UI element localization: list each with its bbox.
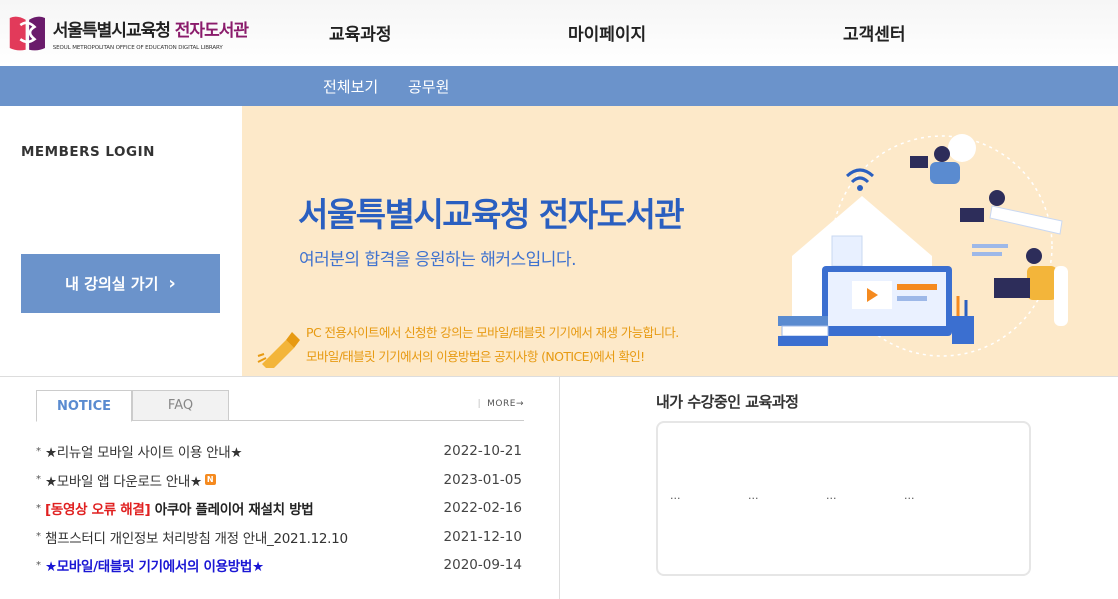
more-link[interactable]: MORE→	[478, 399, 524, 409]
notice-section: NOTICE FAQ MORE→ * ★리뉴얼 모바일 사이트 이용 안내★ 2…	[0, 377, 560, 599]
banner-subtitle: 여러분의 합격을 응원하는 해커스입니다.	[299, 250, 577, 270]
my-course-box: ... ... ... ...	[656, 421, 1031, 576]
new-badge-icon: N	[204, 474, 216, 486]
notice-row[interactable]: * 챔프스터디 개인정보 처리방침 개정 안내_2021.12.10 2021-…	[36, 523, 524, 552]
notice-date: 2023-01-05	[443, 471, 522, 488]
notice-title: [동영상 오류 해결] 아쿠아 플레이어 재설치 방법	[45, 502, 314, 519]
banner-note-1: PC 전용사이트에서 신청한 강의는 모바일/태블릿 기기에서 재생 가능합니다…	[306, 325, 679, 340]
nav-mypage[interactable]: 마이페이지	[568, 20, 646, 45]
bullet-marker: *	[36, 445, 41, 457]
study-illustration	[778, 134, 1068, 357]
course-placeholder: ...	[826, 489, 837, 502]
sub-nav: 전체보기 공무원	[0, 66, 1118, 106]
notice-row[interactable]: * ★리뉴얼 모바일 사이트 이용 안내★ 2022-10-21	[36, 437, 524, 466]
my-course-section: 내가 수강중인 교육과정 ... ... ... ...	[561, 377, 1118, 599]
banner-title: 서울특별시교육청 전자도서관	[298, 195, 685, 234]
nav-curriculum[interactable]: 교육과정	[329, 20, 392, 45]
login-panel: MEMBERS LOGIN 내 강의실 가기 ›	[0, 106, 242, 377]
notice-row[interactable]: * ★모바일/태블릿 기기에서의 이용방법★ 2020-09-14	[36, 551, 524, 580]
subnav-view-all[interactable]: 전체보기	[323, 76, 378, 97]
pen-icon	[257, 332, 300, 368]
notice-title: ★모바일/태블릿 기기에서의 이용방법★	[45, 559, 264, 576]
banner-note-2: 모바일/태블릿 기기에서의 이용방법은 공지사항 (NOTICE)에서 확인!	[306, 349, 645, 364]
my-classroom-button[interactable]: 내 강의실 가기 ›	[21, 254, 220, 313]
more-label: MORE	[487, 399, 516, 409]
notice-tabs: NOTICE FAQ MORE→	[36, 390, 524, 422]
tab-faq[interactable]: FAQ	[132, 390, 229, 421]
notice-prefix: [동영상 오류 해결]	[45, 502, 151, 519]
course-placeholder: ...	[748, 489, 759, 502]
subnav-civil-servant[interactable]: 공무원	[408, 76, 449, 97]
nav-customer-center[interactable]: 고객센터	[843, 20, 906, 45]
chevron-right-icon: ›	[168, 273, 176, 294]
notice-row[interactable]: * ★모바일 앱 다운로드 안내★ N 2023-01-05	[36, 466, 524, 495]
my-course-title: 내가 수강중인 교육과정	[656, 393, 799, 411]
arrow-right-icon: →	[515, 399, 524, 409]
notice-date: 2022-10-21	[443, 443, 522, 460]
course-placeholder: ...	[904, 489, 915, 502]
notice-title: 챔프스터디 개인정보 처리방침 개정 안내_2021.12.10	[45, 530, 348, 547]
notice-row[interactable]: * [동영상 오류 해결] 아쿠아 플레이어 재설치 방법 2022-02-16	[36, 494, 524, 523]
bullet-marker: *	[36, 531, 41, 543]
bullet-marker: *	[36, 474, 41, 486]
notice-date: 2022-02-16	[443, 500, 522, 517]
notice-title: ★리뉴얼 모바일 사이트 이용 안내★	[45, 445, 243, 462]
site-header: 서울특별시교육청 전자도서관 SEOUL METROPOLITAN OFFICE…	[0, 0, 1118, 66]
bullet-marker: *	[36, 502, 41, 514]
main-banner[interactable]: 서울특별시교육청 전자도서관 여러분의 합격을 응원하는 해커스입니다. PC …	[242, 106, 1118, 377]
notice-date: 2020-09-14	[443, 557, 522, 574]
course-placeholder: ...	[670, 489, 681, 502]
login-title: MEMBERS LOGIN	[21, 144, 155, 160]
notice-title: ★모바일 앱 다운로드 안내★	[45, 473, 202, 490]
notice-date: 2021-12-10	[443, 528, 522, 545]
bullet-marker: *	[36, 559, 41, 571]
my-classroom-label: 내 강의실 가기	[65, 275, 159, 293]
tab-notice[interactable]: NOTICE	[36, 390, 132, 422]
main-nav: 교육과정 마이페이지 고객센터	[0, 0, 1118, 66]
notice-list: * ★리뉴얼 모바일 사이트 이용 안내★ 2022-10-21 * ★모바일 …	[36, 437, 524, 580]
